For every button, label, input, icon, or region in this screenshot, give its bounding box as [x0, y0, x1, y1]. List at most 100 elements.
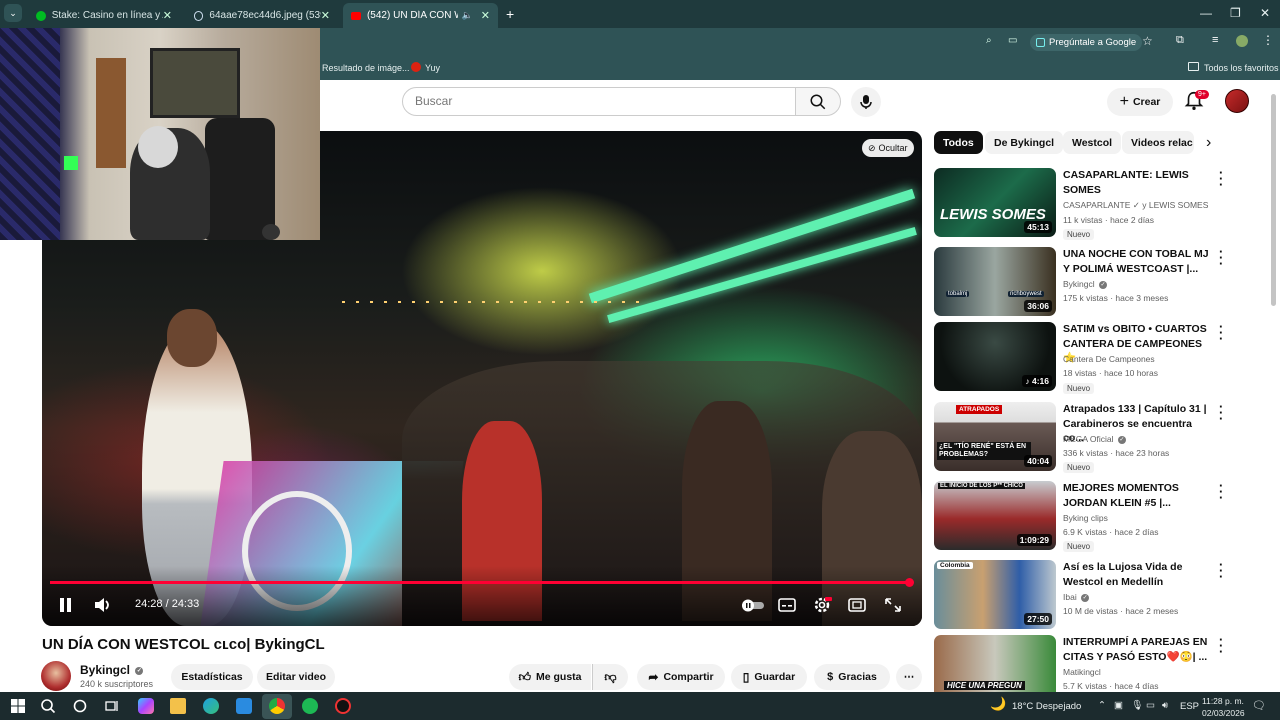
fullscreen-icon[interactable]: [883, 596, 903, 614]
spotify-icon[interactable]: [302, 698, 318, 714]
create-button[interactable]: + Crear: [1107, 88, 1173, 116]
tab-stake[interactable]: Stake: Casino en línea y Apuestas ✕: [28, 3, 180, 28]
restore-button[interactable]: ❐: [1230, 6, 1241, 20]
cast-icon[interactable]: ▭: [1008, 35, 1017, 46]
search-icon[interactable]: [40, 698, 56, 714]
copilot-icon[interactable]: [138, 698, 154, 714]
save-button[interactable]: ▯ Guardar: [731, 664, 807, 690]
recommendation-item[interactable]: ♪ 4:16 SATIM vs OBITO • CUARTOS CANTERA …: [934, 320, 1254, 394]
volume-icon[interactable]: 🔊︎: [1162, 700, 1168, 711]
voice-search-button[interactable]: [851, 87, 881, 117]
task-view-icon[interactable]: [104, 698, 120, 714]
share-button[interactable]: ➦ Compartir: [637, 664, 725, 690]
notifications-icon[interactable]: 🗨︎: [1252, 699, 1266, 712]
stats-button[interactable]: Estadísticas: [171, 664, 253, 690]
chip-all[interactable]: Todos: [934, 131, 983, 154]
recommendation-item[interactable]: tobalmj richboywest 36:06 UNA NOCHE CON …: [934, 245, 1254, 317]
recommendation-item[interactable]: LEWIS SOMES 45:13 CASAPARLANTE: LEWIS SO…: [934, 166, 1254, 240]
recommendation-channel: Byking clips: [1063, 513, 1108, 523]
video-thumbnail[interactable]: Colombia 27:50: [934, 560, 1056, 629]
recommendation-item[interactable]: EL INICIO DE LOS P** CHICO 1:09:29 MEJOR…: [934, 479, 1254, 553]
tab-youtube[interactable]: (542) UN DÍA CON WESTCOL 🔈 ✕: [343, 3, 498, 28]
recommendation-item[interactable]: ATRAPADOS ¿EL "TÍO RENÉ" ESTÁ EN PROBLEM…: [934, 400, 1254, 474]
chip-westcol[interactable]: Westcol: [1063, 131, 1122, 154]
menu-icon[interactable]: ⋮: [1262, 33, 1274, 47]
channel-avatar[interactable]: [41, 661, 71, 691]
video-thumbnail[interactable]: ♪ 4:16: [934, 322, 1056, 391]
video-thumbnail[interactable]: tobalmj richboywest 36:06: [934, 247, 1056, 316]
chrome-icon[interactable]: [269, 698, 285, 714]
video-thumbnail[interactable]: HICE UNA PREGUN: [934, 635, 1056, 692]
recommendation-item[interactable]: Colombia 27:50 Así es la Lujosa Vida de …: [934, 558, 1254, 630]
recommendation-channel: Bykingcl ✓: [1063, 279, 1108, 289]
extensions-icon[interactable]: ⧉: [1176, 34, 1184, 47]
media-icon[interactable]: ≡: [1212, 34, 1218, 46]
volume-icon[interactable]: [93, 596, 113, 614]
new-badge: Nuevo: [1063, 541, 1095, 552]
kebab-menu-icon[interactable]: · · ·: [1219, 245, 1223, 270]
autoplay-toggle[interactable]: [740, 596, 766, 614]
pause-icon[interactable]: [56, 596, 76, 614]
bookmark-item[interactable]: Resultado de imáge...: [322, 63, 410, 73]
chip-channel[interactable]: De Bykingcl: [985, 131, 1064, 154]
video-thumbnail[interactable]: EL INICIO DE LOS P** CHICO 1:09:29: [934, 481, 1056, 550]
ask-google-button[interactable]: Pregúntale a Google: [1030, 34, 1143, 51]
thanks-button[interactable]: $ Gracias: [814, 664, 890, 690]
edit-video-button[interactable]: Editar video: [257, 664, 335, 690]
duration-badge: 1:09:29: [1016, 534, 1052, 546]
video-thumbnail[interactable]: LEWIS SOMES 45:13: [934, 168, 1056, 237]
new-tab-button[interactable]: +: [506, 6, 514, 22]
search-input[interactable]: Buscar: [402, 87, 796, 116]
video-thumbnail[interactable]: ATRAPADOS ¿EL "TÍO RENÉ" ESTÁ EN PROBLEM…: [934, 402, 1056, 471]
tab-image[interactable]: 64aae78ec44d6.jpeg (539×625) ✕: [186, 3, 338, 28]
tray-app-icon[interactable]: ▣: [1114, 700, 1123, 711]
kebab-menu-icon[interactable]: · · ·: [1219, 166, 1223, 191]
recommendation-item[interactable]: HICE UNA PREGUN INTERRUMPÍ A PAREJAS EN …: [934, 635, 1254, 692]
speaker-icon[interactable]: 🔈: [462, 10, 473, 21]
tab-search-button[interactable]: ⌄: [4, 4, 22, 22]
bookmark-item[interactable]: Yuy: [425, 63, 440, 73]
clock-date[interactable]: 02/03/2026: [1202, 708, 1245, 718]
search-button[interactable]: [795, 87, 841, 116]
kebab-menu-icon[interactable]: · · ·: [1219, 400, 1223, 425]
weather-text[interactable]: 18°C Despejado: [1012, 701, 1081, 712]
app-icon[interactable]: [335, 698, 351, 714]
battery-icon[interactable]: ▭: [1146, 700, 1155, 711]
store-icon[interactable]: [236, 698, 252, 714]
chip-related[interactable]: Videos relac: [1122, 131, 1194, 154]
clock-time[interactable]: 11:28 p. m.: [1202, 696, 1244, 706]
windows-start-icon[interactable]: [10, 698, 26, 714]
channel-name[interactable]: Bykingcl ✓: [80, 663, 144, 677]
more-actions-button[interactable]: ⋯: [896, 664, 922, 690]
microphone-icon[interactable]: 🎙︎: [1131, 700, 1143, 711]
settings-gear-icon[interactable]: [812, 596, 832, 614]
chevron-right-icon[interactable]: ›: [1206, 134, 1211, 152]
minimize-button[interactable]: —: [1200, 6, 1212, 20]
chevron-up-icon[interactable]: ⌃: [1098, 700, 1106, 711]
close-icon[interactable]: ✕: [321, 9, 330, 22]
profile-icon[interactable]: [1236, 35, 1248, 47]
close-window-button[interactable]: ✕: [1260, 6, 1270, 20]
kebab-menu-icon[interactable]: · · ·: [1219, 558, 1223, 583]
language-indicator[interactable]: ESP: [1180, 701, 1199, 712]
edge-icon[interactable]: [203, 698, 219, 714]
file-explorer-icon[interactable]: [170, 698, 186, 714]
recommendation-channel: Cantera De Campeones: [1063, 354, 1155, 364]
scrollbar[interactable]: [1271, 94, 1276, 306]
kebab-menu-icon[interactable]: · · ·: [1219, 635, 1223, 658]
kebab-menu-icon[interactable]: · · ·: [1219, 320, 1223, 345]
account-avatar[interactable]: [1225, 89, 1249, 113]
duration-badge: 40:04: [1024, 455, 1052, 467]
kebab-menu-icon[interactable]: · · ·: [1219, 479, 1223, 504]
cortana-icon[interactable]: [72, 698, 88, 714]
bookmark-star-icon[interactable]: ☆: [1142, 34, 1153, 48]
like-button[interactable]: 👍︎ Me gusta: [509, 664, 591, 690]
all-bookmarks[interactable]: Todos los favoritos: [1204, 63, 1279, 73]
close-icon[interactable]: ✕: [163, 9, 172, 22]
subtitles-icon[interactable]: [777, 596, 797, 614]
dislike-button[interactable]: 👎︎: [592, 664, 628, 690]
theater-mode-icon[interactable]: [847, 596, 867, 614]
hide-overlay-button[interactable]: ⊘ Ocultar: [862, 139, 914, 157]
zoom-icon[interactable]: ⌕: [986, 35, 992, 46]
close-icon[interactable]: ✕: [481, 9, 490, 22]
